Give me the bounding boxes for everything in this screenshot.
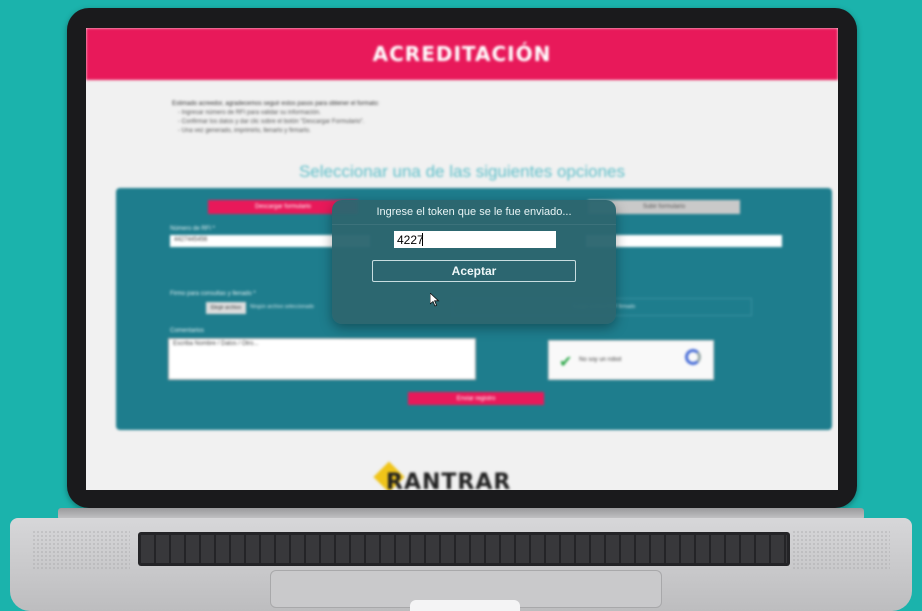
recaptcha-widget[interactable]: ✔ No soy un robot	[548, 340, 714, 380]
comments-label: Comentarios	[170, 328, 205, 334]
intro-line: Estimado acreedor, agradecemos seguir es…	[172, 101, 380, 107]
dialog-divider	[332, 224, 616, 225]
laptop-base	[10, 508, 912, 611]
intro-line: - Confirmar los datos y dar clic sobre e…	[178, 119, 365, 125]
brand-name: RANTRAR	[386, 470, 512, 490]
send-button[interactable]: Enviar registro	[408, 392, 544, 405]
speaker-grille-right	[792, 530, 890, 570]
keyboard	[138, 532, 790, 566]
page-title: ACREDITACIÓN	[372, 42, 552, 66]
token-dialog-title: Ingrese el token que se le fue enviado..…	[376, 206, 572, 218]
intro-line: - Una vez generado, imprimirlo, llenarlo…	[178, 128, 311, 134]
token-dialog: Ingrese el token que se le fue enviado..…	[332, 200, 616, 324]
intro-line: - Ingresar número de RFI para validar su…	[178, 110, 321, 116]
site-header: ACREDITACIÓN	[86, 28, 838, 80]
text-caret	[422, 233, 423, 246]
comments-textarea[interactable]: Escriba Nombre / Datos / Otro...	[168, 338, 476, 380]
file-label: Firmo para consultas y llenado *	[170, 291, 256, 297]
lid-notch	[410, 600, 520, 611]
rfi-label: Número de RFI *	[170, 226, 216, 232]
recaptcha-logo-icon	[685, 349, 701, 365]
options-heading: Seleccionar una de las siguientes opcion…	[298, 162, 626, 181]
speaker-grille-left	[32, 530, 130, 570]
checkmark-icon: ✔	[559, 354, 573, 371]
intro-text: Estimado acreedor, agradecemos seguir es…	[172, 100, 672, 136]
laptop-screen: ACREDITACIÓN Estimado acreedor, agradece…	[86, 28, 838, 490]
laptop-deck	[10, 518, 912, 611]
choose-file-button[interactable]: Elegir archivo	[206, 302, 246, 314]
token-input[interactable]	[394, 231, 556, 248]
accept-button[interactable]: Aceptar	[372, 260, 576, 282]
keys	[141, 535, 787, 563]
file-status: Ningún archivo seleccionado	[250, 304, 314, 310]
captcha-label: No soy un robot	[579, 357, 622, 363]
